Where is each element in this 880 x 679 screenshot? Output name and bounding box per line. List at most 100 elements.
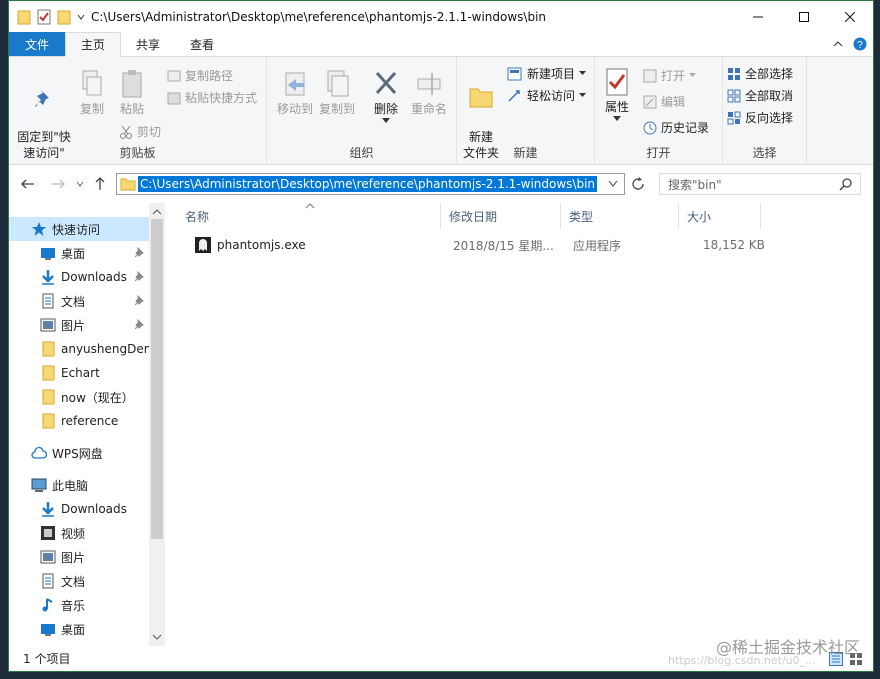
minimize-button[interactable]: [735, 1, 781, 32]
chevron-up-icon[interactable]: [149, 205, 165, 219]
column-header-type[interactable]: 类型: [561, 203, 679, 229]
nav-folder-echart[interactable]: Echart: [9, 361, 149, 385]
picture-icon: [40, 550, 56, 564]
nav-documents[interactable]: 文档: [9, 289, 149, 313]
move-to-button[interactable]: 移动到: [275, 69, 315, 117]
refresh-icon: [632, 177, 644, 190]
search-input[interactable]: 搜索"bin": [659, 173, 861, 195]
nav-desktop[interactable]: 桌面: [9, 241, 149, 265]
chevron-down-icon: [579, 71, 587, 75]
folder-icon[interactable]: [17, 9, 31, 25]
copy-button[interactable]: 复制: [77, 69, 107, 117]
history-button[interactable]: 历史记录: [643, 119, 709, 136]
column-header-name[interactable]: 名称: [177, 203, 441, 229]
nav-this-pc[interactable]: 此电脑: [9, 473, 149, 497]
maximize-button[interactable]: [781, 1, 827, 32]
close-button[interactable]: [827, 1, 873, 32]
nav-label: 音乐: [61, 598, 86, 613]
select-none-button[interactable]: 全部取消: [727, 87, 793, 104]
edit-icon: [643, 95, 657, 108]
invert-selection-label: 反向选择: [745, 111, 794, 125]
table-row[interactable]: phantomjs.exe 2018/8/15 星期... 应用程序 18,15…: [183, 233, 765, 257]
pin-icon: [135, 319, 144, 329]
paste-shortcut-label: 粘贴快捷方式: [185, 91, 258, 105]
tab-share[interactable]: 共享: [121, 32, 175, 56]
picture-icon: [40, 318, 56, 332]
nav-pc-videos[interactable]: 视频: [9, 521, 149, 545]
chevron-down-icon: [76, 181, 84, 187]
nav-pc-pictures[interactable]: 图片: [9, 545, 149, 569]
paste-button[interactable]: 粘贴: [117, 69, 147, 117]
nav-folder-anyusheng[interactable]: anyushengDem: [9, 337, 149, 361]
delete-icon: [375, 71, 397, 95]
nav-pc-documents[interactable]: 文档: [9, 569, 149, 593]
tab-view[interactable]: 查看: [175, 32, 229, 56]
select-all-button[interactable]: 全部选择: [727, 65, 793, 82]
nav-pc-downloads[interactable]: Downloads: [9, 497, 149, 521]
copy-icon: [82, 70, 102, 96]
nav-wps-cloud[interactable]: WPS网盘: [9, 441, 149, 465]
paste-shortcut-button[interactable]: 粘贴快捷方式: [167, 89, 257, 106]
easy-access-button[interactable]: 轻松访问: [507, 87, 587, 104]
properties-icon[interactable]: [37, 9, 51, 25]
copy-path-button[interactable]: 复制路径: [167, 67, 233, 84]
chevron-down-icon[interactable]: [149, 630, 165, 644]
up-button[interactable]: [91, 175, 109, 193]
properties-button[interactable]: 属性: [599, 67, 635, 122]
recent-locations-button[interactable]: [71, 175, 89, 193]
nav-pictures[interactable]: 图片: [9, 313, 149, 337]
column-header-date[interactable]: 修改日期: [441, 203, 561, 229]
nav-folder-reference[interactable]: reference: [9, 409, 149, 433]
tab-home[interactable]: 主页: [65, 32, 122, 57]
nav-downloads[interactable]: Downloads: [9, 265, 149, 289]
pin-icon: [135, 271, 144, 281]
nav-pc-music[interactable]: 音乐: [9, 593, 149, 617]
copy-to-button[interactable]: 复制到: [317, 69, 357, 117]
nav-label: WPS网盘: [52, 446, 103, 461]
chevron-down-icon[interactable]: [608, 180, 618, 188]
file-type: 应用程序: [573, 238, 622, 253]
edit-button[interactable]: 编辑: [643, 93, 685, 110]
new-item-button[interactable]: 新建项目: [507, 65, 587, 82]
organize-group-label: 组织: [349, 146, 374, 160]
scissors-icon: [120, 125, 132, 139]
new-folder-icon: [469, 88, 493, 108]
back-button[interactable]: [19, 175, 37, 193]
nav-folder-now[interactable]: now（现在）: [9, 385, 149, 409]
nav-pc-desktop[interactable]: 桌面: [9, 617, 149, 641]
collapse-ribbon-icon[interactable]: [833, 39, 843, 49]
document-icon: [42, 293, 54, 309]
rename-button[interactable]: 重命名: [409, 69, 449, 117]
properties-label: 属性: [604, 100, 629, 114]
copy-to-label: 复制到: [318, 102, 355, 116]
invert-selection-button[interactable]: 反向选择: [727, 109, 793, 126]
document-icon: [42, 573, 54, 589]
move-to-label: 移动到: [276, 102, 313, 116]
nav-quick-access[interactable]: 快速访问: [9, 217, 149, 241]
help-icon[interactable]: ?: [853, 37, 867, 51]
pin-icon: [135, 295, 144, 305]
column-header-size[interactable]: 大小: [679, 203, 761, 229]
properties-icon: [606, 68, 628, 96]
refresh-button[interactable]: [629, 175, 647, 193]
address-bar[interactable]: C:\Users\Administrator\Desktop\me\refere…: [116, 173, 625, 195]
new-group-label: 新建: [513, 146, 538, 160]
new-folder-icon[interactable]: [57, 9, 71, 25]
video-icon: [41, 526, 55, 540]
tab-file[interactable]: 文件: [9, 32, 66, 56]
nav-label: reference: [61, 414, 119, 428]
cut-button[interactable]: 剪切: [119, 123, 161, 140]
delete-button[interactable]: 删除: [371, 69, 401, 124]
chevron-down-icon[interactable]: [77, 13, 85, 21]
history-icon: [643, 121, 657, 134]
scrollbar-thumb[interactable]: [151, 219, 163, 539]
phantomjs-ghost-icon: [195, 237, 211, 253]
forward-button[interactable]: [49, 175, 67, 193]
open-button[interactable]: 打开: [643, 67, 697, 84]
address-input[interactable]: C:\Users\Administrator\Desktop\me\refere…: [138, 176, 598, 192]
ribbon: 固定到"快 速访问" 复制 粘贴 复制路径 粘贴快捷方式 剪切 剪贴板 移动到 …: [9, 57, 873, 165]
folder-icon: [42, 389, 55, 405]
pin-icon: [35, 90, 49, 107]
clipboard-group: 固定到"快 速访问" 复制 粘贴 复制路径 粘贴快捷方式 剪切 剪贴板: [9, 57, 267, 165]
nav-scrollbar[interactable]: [149, 203, 165, 646]
